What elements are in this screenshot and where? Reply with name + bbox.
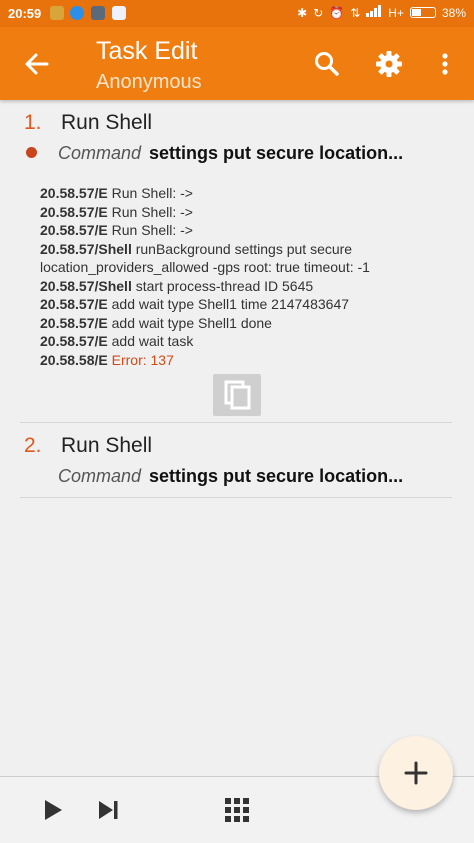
- param-value: settings put secure location...: [149, 143, 404, 163]
- add-action-button[interactable]: [379, 736, 453, 810]
- action-parameter: Command settings put secure location...: [58, 143, 403, 164]
- action-list: 1. Run Shell Command settings put secure …: [0, 100, 474, 776]
- signal-icon: [366, 5, 382, 20]
- param-key: Command: [58, 143, 142, 163]
- log-line: 20.58.57/E add wait type Shell1 time 214…: [40, 296, 350, 312]
- status-time: 20:59: [8, 6, 42, 21]
- notification-app-icon: [70, 6, 84, 20]
- param-value: settings put secure location...: [149, 466, 404, 486]
- status-icons: ✱ ↻ ⏰ ⇅ H+ 38%: [297, 5, 466, 20]
- action-number: 2.: [24, 434, 42, 457]
- data-arrows-icon: ⇅: [350, 5, 361, 20]
- back-arrow-icon[interactable]: [22, 49, 52, 79]
- play-icon[interactable]: [40, 797, 66, 823]
- skip-next-icon[interactable]: [96, 797, 122, 823]
- battery-fill: [411, 9, 422, 16]
- page-subtitle: Anonymous: [96, 71, 202, 93]
- search-icon[interactable]: [312, 49, 342, 79]
- log-line: 20.58.57/E Run Shell: ->: [40, 185, 193, 201]
- log-line: 20.58.57/Shell start process-thread ID 5…: [40, 277, 314, 294]
- log-line: 20.58.57/E Run Shell: ->: [40, 222, 193, 238]
- grid-icon[interactable]: [224, 797, 250, 823]
- overflow-menu-icon[interactable]: [430, 49, 460, 79]
- action-name: Run Shell: [61, 434, 153, 457]
- battery-percent: 38%: [441, 5, 466, 20]
- log-line-error: 20.58.58/E Error: 137: [40, 351, 174, 368]
- param-key: Command: [58, 466, 142, 486]
- app-bar: Task Edit Anonymous: [0, 27, 474, 100]
- action-item[interactable]: 2. Run Shell Command settings put secure …: [20, 431, 452, 498]
- gear-icon[interactable]: [374, 49, 404, 79]
- log-line: 20.58.57/Shell runBackground settings pu…: [40, 240, 353, 257]
- divider: [20, 497, 452, 498]
- alarm-icon: ⏰: [329, 5, 345, 20]
- sync-off-icon: ↻: [313, 5, 324, 20]
- copy-log-button[interactable]: [213, 374, 261, 416]
- log-line: location_providers_allowed -gps root: tr…: [40, 259, 370, 275]
- action-name: Run Shell: [61, 111, 153, 134]
- action-number: 1.: [24, 111, 42, 134]
- plus-icon: [404, 761, 428, 785]
- divider: [20, 422, 452, 423]
- action-item[interactable]: 1. Run Shell Command settings put secure …: [20, 108, 452, 423]
- battery-icon: [409, 7, 436, 18]
- log-line: 20.58.57/E Run Shell: ->: [40, 203, 193, 220]
- action-parameter: Command settings put secure location...: [58, 466, 403, 487]
- log-line: 20.58.57/E add wait type Shell1 done: [40, 314, 272, 331]
- log-line: 20.58.57/E add wait task: [40, 333, 194, 349]
- network-type: H+: [388, 5, 404, 20]
- notification-app-icon: [91, 6, 105, 20]
- status-bar: 20:59 ✱ ↻ ⏰ ⇅ H+ 38%: [0, 0, 474, 27]
- breakpoint-dot[interactable]: [26, 147, 37, 158]
- bluetooth-icon: ✱: [297, 5, 308, 20]
- notification-app-icon: [112, 6, 126, 20]
- notification-app-icon: [50, 6, 64, 20]
- page-title: Task Edit: [96, 37, 198, 65]
- run-log: 20.58.57/E Run Shell: -> 20.58.57/E Run …: [40, 184, 440, 369]
